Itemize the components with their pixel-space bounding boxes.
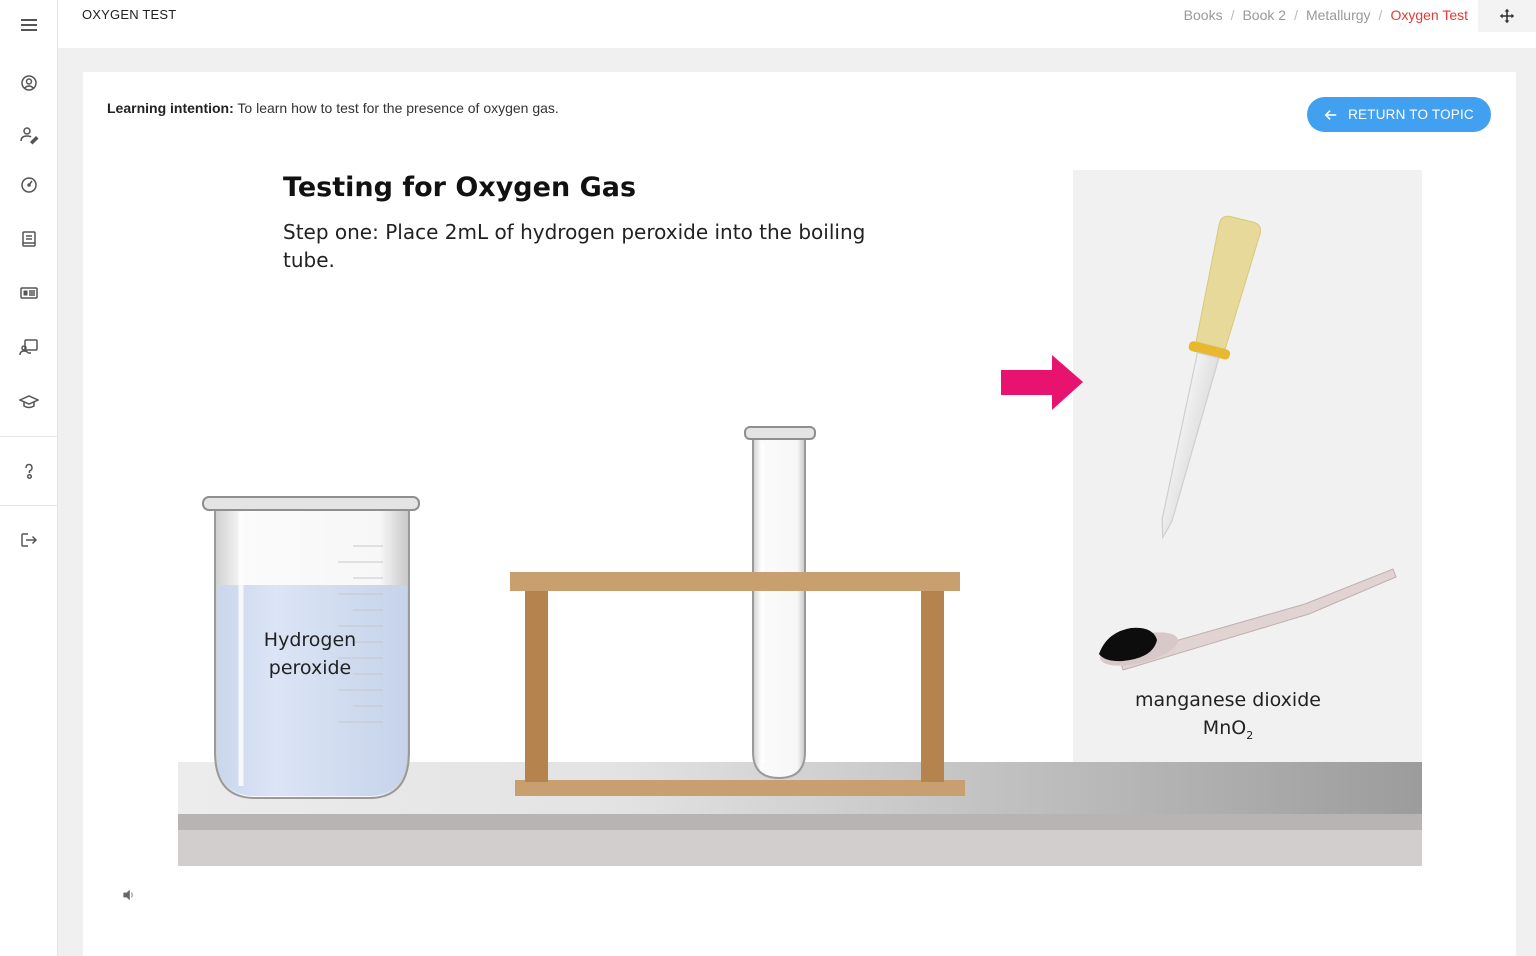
user-edit-icon[interactable] — [0, 115, 58, 155]
hydrogen-peroxide-label: Hydrogen peroxide — [235, 626, 385, 682]
bench-edge — [178, 814, 1422, 830]
top-header: OXYGEN TEST Books / Book 2 / Metallurgy … — [58, 0, 1536, 48]
manganese-dioxide-name: manganese dioxide — [1135, 689, 1321, 711]
hydrogen-peroxide-label-line2: peroxide — [268, 657, 352, 679]
sidebar — [0, 0, 58, 956]
move-arrows-icon[interactable] — [1478, 0, 1536, 32]
breadcrumb-metallurgy[interactable]: Metallurgy — [1306, 7, 1371, 23]
formula-base: MnO — [1202, 717, 1247, 739]
newspaper-icon[interactable] — [0, 273, 58, 313]
formula-subscript: 2 — [1246, 728, 1254, 742]
rack-hole — [779, 572, 781, 591]
user-circle-icon[interactable] — [0, 63, 58, 103]
breadcrumb-oxygen-test: Oxygen Test — [1390, 7, 1468, 23]
manganese-dioxide-label: manganese dioxide MnO2 — [1118, 686, 1338, 750]
scene-title: Testing for Oxygen Gas — [283, 172, 637, 203]
sidebar-divider — [0, 436, 58, 437]
graduation-cap-icon[interactable] — [0, 382, 58, 422]
scene-step-text: Step one: Place 2mL of hydrogen peroxide… — [283, 220, 866, 272]
menu-hamburger-icon[interactable] — [0, 5, 58, 45]
oxygen-test-scene: Testing for Oxygen Gas Step one: Place 2… — [83, 72, 1516, 956]
breadcrumb-books[interactable]: Books — [1184, 7, 1223, 23]
dashboard-gauge-icon[interactable] — [0, 165, 58, 205]
breadcrumb-separator: / — [1378, 7, 1383, 23]
teacher-board-icon[interactable] — [0, 327, 58, 367]
content-card: Learning intention: To learn how to test… — [83, 72, 1516, 956]
breadcrumb-separator: / — [1294, 7, 1298, 23]
pointer-arrow — [1001, 355, 1083, 410]
sidebar-divider — [0, 505, 58, 506]
breadcrumb-book-2[interactable]: Book 2 — [1242, 7, 1286, 23]
breadcrumb: Books / Book 2 / Metallurgy / Oxygen Tes… — [1184, 7, 1468, 23]
manganese-dioxide-formula: MnO2 — [1118, 714, 1338, 750]
hydrogen-peroxide-label-line1: Hydrogen — [263, 629, 357, 651]
logout-icon[interactable] — [0, 520, 58, 560]
help-icon[interactable] — [0, 451, 58, 491]
speaker-icon[interactable] — [121, 887, 141, 907]
bench-front — [178, 830, 1422, 866]
rack-top-board — [510, 572, 960, 591]
scene-illustration — [178, 170, 1422, 866]
book-icon[interactable] — [0, 219, 58, 259]
breadcrumb-separator: / — [1230, 7, 1235, 23]
test-tube — [744, 426, 816, 780]
page-title: OXYGEN TEST — [82, 7, 177, 22]
